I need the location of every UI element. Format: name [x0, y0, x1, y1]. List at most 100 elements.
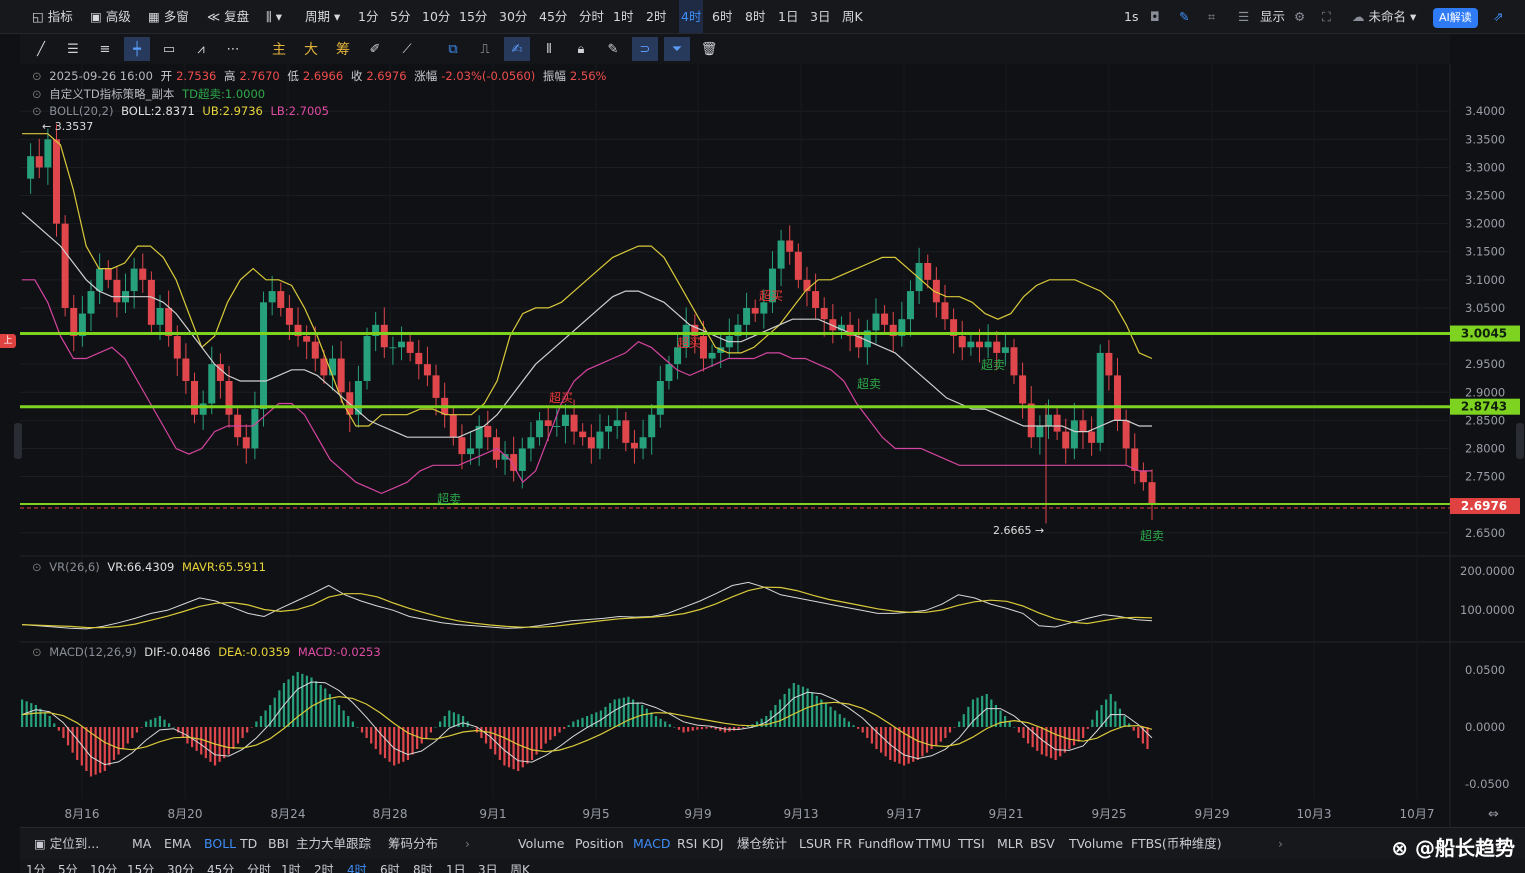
sub-indicator-10[interactable]: TTSI [958, 828, 985, 860]
interval-10[interactable]: 6时 [712, 0, 732, 33]
magnet-icon[interactable]: ⊃ [632, 37, 658, 61]
sub-indicator-1[interactable]: Position [575, 828, 624, 860]
rectangle-icon[interactable]: ▭ [156, 37, 182, 61]
side-tag[interactable]: 上 [0, 334, 16, 348]
interval-7[interactable]: 1时 [613, 0, 633, 33]
bottom-interval-14[interactable]: 周K [510, 861, 530, 873]
collapse-icon[interactable]: ⊙ [32, 87, 42, 101]
period-dropdown[interactable]: 周期 ▾ [305, 0, 340, 33]
share-icon[interactable]: ⇗ [1493, 0, 1503, 33]
interval-1[interactable]: 5分 [390, 0, 410, 33]
interval-8[interactable]: 2时 [646, 0, 666, 33]
main-indicator-2[interactable]: BOLL [204, 828, 236, 860]
camera-icon[interactable]: ◘ [1150, 0, 1160, 33]
measure-icon[interactable]: ⟋ [394, 37, 420, 61]
candles-icon[interactable]: ⫴ [536, 37, 562, 61]
refresh-rate-button[interactable]: 1s [1124, 0, 1138, 33]
horizontal-line-icon[interactable]: ┿ [124, 37, 150, 61]
main-chart[interactable]: 3.4000 3.3500 3.3000 3.2500 3.2000 3.1500 3.10… [0, 64, 1525, 827]
sub-indicator-6[interactable]: LSUR [799, 828, 832, 860]
replay-button[interactable]: ≪ 复盘 [207, 0, 249, 33]
bottom-interval-13[interactable]: 3日 [478, 861, 498, 873]
bottom-interval-10[interactable]: 6时 [380, 861, 400, 873]
chip-icon[interactable]: 筹 [330, 37, 356, 61]
filter-icon[interactable]: ⏷ [664, 37, 690, 61]
bottom-interval-1[interactable]: 5分 [58, 861, 78, 873]
ruler-icon[interactable]: ⎍ [472, 37, 498, 61]
bottom-interval-3[interactable]: 15分 [127, 861, 154, 873]
main-indicator-5[interactable]: 主力大单跟踪 [296, 828, 371, 860]
left-drag-handle[interactable] [14, 423, 22, 459]
parallel-lines-icon[interactable]: ☰ [60, 37, 86, 61]
main-indicator-4[interactable]: BBI [268, 828, 289, 860]
collapse-icon[interactable]: ⊙ [32, 645, 42, 659]
bottom-interval-7[interactable]: 1时 [281, 861, 301, 873]
interval-12[interactable]: 1日 [778, 0, 798, 33]
large-order-icon[interactable]: 大 [298, 37, 324, 61]
sub-indicator-14[interactable]: FTBS(币种维度) [1131, 828, 1222, 860]
layout-dropdown[interactable]: ☁ 未命名 ▾ [1352, 0, 1416, 33]
sub-indicator-4[interactable]: KDJ [702, 828, 724, 860]
collapse-icon[interactable]: ⊙ [32, 560, 42, 574]
interval-14[interactable]: 周K [842, 0, 863, 33]
sub-indicator-13[interactable]: TVolume [1069, 828, 1123, 860]
interval-5[interactable]: 45分 [539, 0, 567, 33]
fullscreen-icon[interactable]: ⛶ [1322, 0, 1331, 33]
right-drag-handle[interactable] [1516, 423, 1524, 459]
channel-icon[interactable]: ≡ [92, 37, 118, 61]
list-icon[interactable]: ☰ [1238, 0, 1249, 33]
advanced-button[interactable]: ▣ 高级 [90, 0, 131, 33]
display-button[interactable]: 显示 [1260, 0, 1285, 33]
settings-icon[interactable]: ⚙ [1294, 0, 1305, 33]
sub-indicator-7[interactable]: FR [836, 828, 852, 860]
bottom-interval-2[interactable]: 10分 [90, 861, 117, 873]
indicator-button[interactable]: ◱ 指标 [32, 0, 73, 33]
main-indicator-6[interactable]: 筹码分布 [388, 828, 438, 860]
interval-2[interactable]: 10分 [422, 0, 450, 33]
multi-window-button[interactable]: ▦ 多窗 [148, 0, 189, 33]
bottom-interval-9[interactable]: 4时 [347, 861, 367, 873]
ai-interpret-button[interactable]: AI解读 [1433, 8, 1478, 28]
line-tool-icon[interactable]: ╱ [28, 37, 54, 61]
sub-indicator-8[interactable]: Fundflow [858, 828, 914, 860]
interval-11[interactable]: 8时 [745, 0, 765, 33]
main-indicator-1[interactable]: EMA [164, 828, 191, 860]
interval-4[interactable]: 30分 [499, 0, 527, 33]
bottom-interval-8[interactable]: 2时 [314, 861, 334, 873]
chevron-right-icon[interactable]: › [465, 828, 470, 860]
main-force-icon[interactable]: 主 [266, 37, 292, 61]
main-indicator-0[interactable]: MA [132, 828, 151, 860]
sub-indicator-11[interactable]: MLR [997, 828, 1023, 860]
draw-mode-icon[interactable]: ✍ [504, 37, 530, 61]
interval-3[interactable]: 15分 [459, 0, 487, 33]
bottom-interval-0[interactable]: 1分 [26, 861, 46, 873]
trash-icon[interactable]: 🗑︎ [696, 37, 722, 61]
bottom-interval-11[interactable]: 8时 [413, 861, 433, 873]
bottom-interval-6[interactable]: 分时 [247, 861, 271, 873]
main-indicator-3[interactable]: TD [240, 828, 257, 860]
chart-type-button[interactable]: ⫼ ▾ [266, 0, 282, 33]
sub-indicator-9[interactable]: TTMU [916, 828, 951, 860]
sub-indicator-2[interactable]: MACD [633, 828, 670, 860]
note-icon[interactable]: ✎ [600, 37, 626, 61]
collapse-icon[interactable]: ⊙ [32, 69, 42, 83]
chevron-right-icon[interactable]: › [1278, 828, 1283, 860]
sub-indicator-5[interactable]: 爆仓统计 [737, 828, 787, 860]
bottom-interval-5[interactable]: 45分 [207, 861, 234, 873]
lock-icon[interactable]: 🔒︎ [568, 37, 594, 61]
collapse-icon[interactable]: ⊙ [32, 104, 42, 118]
pencil-icon[interactable]: ✎ [1179, 0, 1189, 33]
interval-6[interactable]: 分时 [579, 0, 604, 33]
sub-indicator-0[interactable]: Volume [518, 828, 565, 860]
bottom-interval-12[interactable]: 1日 [446, 861, 466, 873]
sub-indicator-12[interactable]: BSV [1030, 828, 1055, 860]
interval-0[interactable]: 1分 [358, 0, 378, 33]
more-tools-icon[interactable]: ⋯ [220, 37, 246, 61]
bottom-interval-4[interactable]: 30分 [167, 861, 194, 873]
interval-9[interactable]: 4时 [679, 0, 704, 33]
copy-icon[interactable]: ⧉ [440, 37, 466, 61]
locate-button[interactable]: ▣ 定位到... [34, 828, 99, 860]
sub-indicator-3[interactable]: RSI [677, 828, 697, 860]
interval-13[interactable]: 3日 [810, 0, 830, 33]
edit-icon[interactable]: ✐ [362, 37, 388, 61]
